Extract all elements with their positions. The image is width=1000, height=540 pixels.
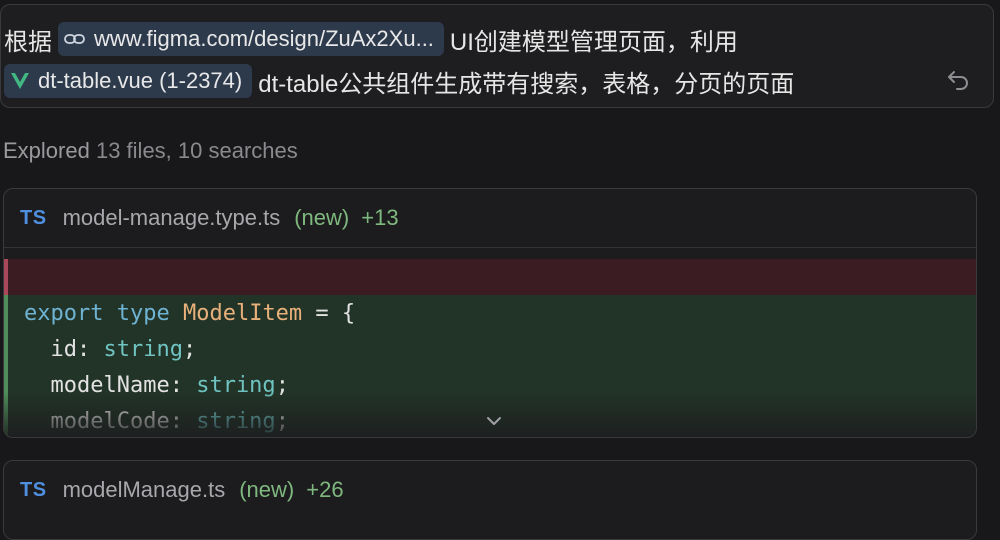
file-name: model-manage.type.ts: [62, 205, 281, 230]
lines-added-count: +13: [361, 205, 399, 230]
file-reference-chip[interactable]: dt-table.vue (1-2374): [4, 64, 253, 98]
code-line: export type ModelItem = {: [24, 301, 356, 326]
file-reference-text: dt-table.vue (1-2374): [38, 68, 243, 93]
prompt-message: 根据 www.figma.com/design/ZuAx2Xu... UI创建模…: [0, 4, 994, 108]
prompt-prefix-text: 根据: [4, 28, 52, 56]
chevron-down-icon[interactable]: [482, 411, 506, 431]
explored-label: Explored: [3, 138, 90, 163]
typescript-icon: TS: [20, 478, 47, 501]
file-change-header[interactable]: TS modelManage.ts (new) +26: [4, 461, 976, 519]
file-change-card[interactable]: TS modelManage.ts (new) +26: [3, 460, 977, 540]
file-name: modelManage.ts: [62, 477, 226, 502]
prompt-line1-suffix: UI创建模型管理页面，利用: [449, 28, 738, 56]
link-icon: [64, 31, 86, 47]
file-change-card[interactable]: TS model-manage.type.ts (new) +13 export…: [3, 188, 977, 438]
prompt-line-2: dt-table.vue (1-2374) dt-table公共组件生成带有搜索…: [4, 63, 794, 99]
figma-link-chip[interactable]: www.figma.com/design/ZuAx2Xu...: [58, 22, 444, 56]
undo-icon[interactable]: [945, 65, 973, 93]
explored-detail: 13 files, 10 searches: [95, 138, 298, 163]
new-file-tag: (new): [239, 477, 295, 502]
explored-summary[interactable]: Explored 13 files, 10 searches: [3, 138, 298, 164]
prompt-line2-suffix: dt-table公共组件生成带有搜索，表格，分页的页面: [258, 70, 795, 98]
code-line: id: string;: [24, 337, 197, 362]
typescript-icon: TS: [20, 206, 47, 229]
prompt-line-1: 根据 www.figma.com/design/ZuAx2Xu... UI创建模…: [4, 21, 738, 57]
lines-added-count: +26: [306, 477, 344, 502]
file-change-header[interactable]: TS model-manage.type.ts (new) +13: [4, 189, 976, 248]
diff-removed-line: [4, 259, 976, 295]
figma-link-text: www.figma.com/design/ZuAx2Xu...: [94, 26, 434, 51]
new-file-tag: (new): [294, 205, 350, 230]
vue-logo-icon: [10, 72, 30, 90]
